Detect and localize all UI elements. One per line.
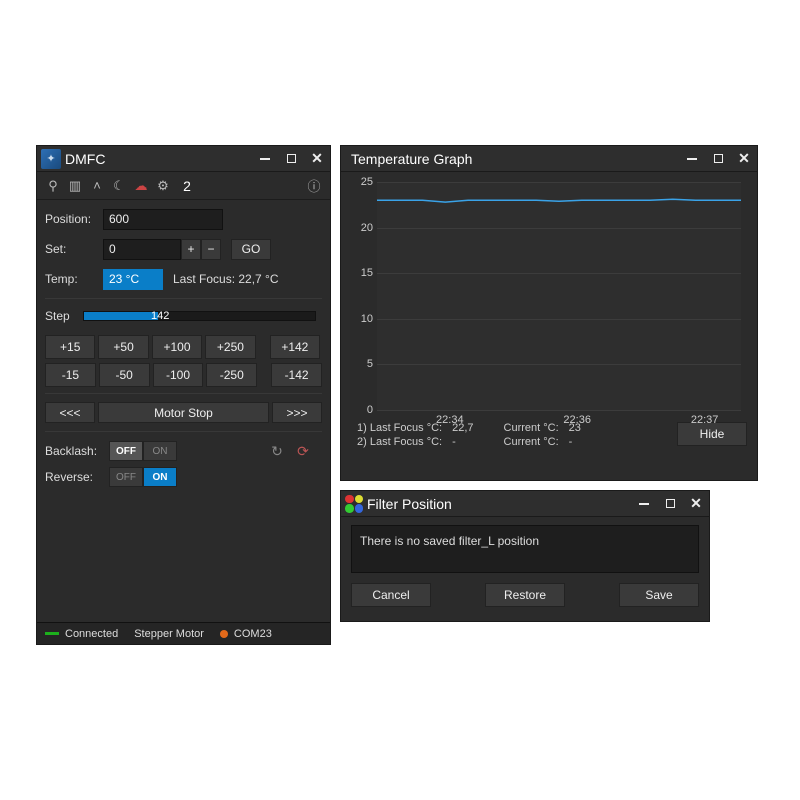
dmfc-title: DMFC	[61, 151, 252, 167]
y-tick-label: 25	[351, 176, 373, 188]
dmfc-toolbar: ⚲ ▥ ˄ ☾ ☁ ⚙ 2 ⓘ	[37, 172, 330, 200]
close-button[interactable]: ✕	[731, 147, 757, 171]
legend-current-2-label: Current °C:	[504, 436, 559, 448]
step-label: Step	[45, 309, 83, 323]
cancel-button[interactable]: Cancel	[351, 583, 431, 607]
step-plus-250[interactable]: +250	[205, 335, 255, 359]
reverse-off[interactable]: OFF	[109, 467, 143, 487]
set-input[interactable]	[103, 239, 181, 260]
position-input[interactable]	[103, 209, 223, 230]
position-label: Position:	[45, 212, 103, 226]
tgraph-titlebar[interactable]: Temperature Graph ✕	[341, 146, 757, 172]
y-tick-label: 10	[351, 313, 373, 325]
minimize-button[interactable]	[252, 147, 278, 171]
step-plus-custom[interactable]: +142	[270, 335, 320, 359]
dmfc-app-icon	[41, 149, 61, 169]
reverse-on[interactable]: ON	[143, 467, 177, 487]
temp-value: 23 °C	[103, 269, 163, 290]
info-icon[interactable]: ⓘ	[304, 177, 324, 195]
connected-indicator-icon	[45, 632, 59, 635]
set-plus-button[interactable]: +	[181, 239, 201, 260]
maximize-button[interactable]	[657, 492, 683, 516]
reverse-toggle[interactable]: OFF ON	[109, 467, 177, 487]
step-minus-custom[interactable]: -142	[271, 363, 322, 387]
motor-prev-button[interactable]: <<<	[45, 402, 95, 423]
legend-2-value: -	[452, 436, 473, 448]
set-minus-button[interactable]: −	[201, 239, 221, 260]
reverse-label: Reverse:	[45, 470, 109, 484]
fpos-title: Filter Position	[363, 496, 631, 512]
port-indicator-icon	[220, 630, 228, 638]
motor-next-button[interactable]: >>>	[272, 402, 322, 423]
y-tick-label: 5	[351, 358, 373, 370]
backlash-off[interactable]: OFF	[109, 441, 143, 461]
legend-current-2-value: -	[569, 436, 581, 448]
filter-wheel-icon	[345, 495, 363, 513]
temperature-plot: 051015202522:3422:3622:37	[377, 182, 741, 410]
last-focus-label: Last Focus: 22,7 °C	[173, 272, 279, 286]
com-port-label: COM23	[234, 628, 272, 640]
set-label: Set:	[45, 242, 103, 256]
connected-label: Connected	[65, 628, 118, 640]
legend-2-label: 2) Last Focus °C:	[357, 436, 442, 448]
step-minus-15[interactable]: -15	[45, 363, 96, 387]
step-plus-15[interactable]: +15	[45, 335, 95, 359]
x-tick-label: 22:34	[436, 414, 464, 426]
step-minus-50[interactable]: -50	[99, 363, 150, 387]
toolbar-number[interactable]: 2	[177, 177, 197, 195]
status-bar: Connected Stepper Motor COM23	[37, 622, 330, 644]
plug-icon[interactable]: ⚲	[43, 177, 63, 195]
save-button[interactable]: Save	[619, 583, 699, 607]
y-tick-label: 20	[351, 222, 373, 234]
y-tick-label: 0	[351, 404, 373, 416]
backlash-label: Backlash:	[45, 444, 109, 458]
tgraph-title: Temperature Graph	[345, 151, 679, 167]
fpos-titlebar[interactable]: Filter Position ✕	[341, 491, 709, 517]
grid-icon[interactable]: ▥	[65, 177, 85, 195]
up-icon[interactable]: ˄	[87, 177, 107, 195]
minimize-button[interactable]	[631, 492, 657, 516]
moon-icon[interactable]: ☾	[109, 177, 129, 195]
gear-icon[interactable]: ⚙	[153, 177, 173, 195]
x-tick-label: 22:37	[691, 414, 719, 426]
maximize-button[interactable]	[705, 147, 731, 171]
y-tick-label: 15	[351, 267, 373, 279]
step-plus-50[interactable]: +50	[98, 335, 148, 359]
dmfc-titlebar[interactable]: DMFC ✕	[37, 146, 330, 172]
legend-1-label: 1) Last Focus °C:	[357, 422, 442, 434]
step-minus-250[interactable]: -250	[206, 363, 257, 387]
step-minus-100[interactable]: -100	[153, 363, 204, 387]
x-tick-label: 22:36	[563, 414, 591, 426]
filter-position-window: Filter Position ✕ There is no saved filt…	[340, 490, 710, 622]
motor-stop-button[interactable]: Motor Stop	[98, 402, 269, 423]
go-button[interactable]: GO	[231, 239, 271, 260]
step-plus-100[interactable]: +100	[152, 335, 202, 359]
refresh-icon[interactable]: ↻	[268, 442, 286, 460]
step-slider[interactable]: 142	[83, 311, 316, 321]
close-button[interactable]: ✕	[683, 492, 709, 516]
motor-type-label: Stepper Motor	[134, 628, 204, 640]
backlash-toggle[interactable]: OFF ON	[109, 441, 177, 461]
restore-button[interactable]: Restore	[485, 583, 565, 607]
dmfc-window: DMFC ✕ ⚲ ▥ ˄ ☾ ☁ ⚙ 2 ⓘ Position: Set: + …	[36, 145, 331, 645]
temp-label: Temp:	[45, 272, 103, 286]
legend-current-1-label: Current °C:	[504, 422, 559, 434]
filter-position-message: There is no saved filter_L position	[351, 525, 699, 573]
maximize-button[interactable]	[278, 147, 304, 171]
close-button[interactable]: ✕	[304, 147, 330, 171]
backlash-on[interactable]: ON	[143, 441, 177, 461]
cloud-icon[interactable]: ☁	[131, 177, 151, 195]
step-value: 142	[151, 310, 169, 322]
temperature-graph-window: Temperature Graph ✕ 051015202522:3422:36…	[340, 145, 758, 481]
minimize-button[interactable]	[679, 147, 705, 171]
sync-icon[interactable]: ⟳	[294, 442, 312, 460]
